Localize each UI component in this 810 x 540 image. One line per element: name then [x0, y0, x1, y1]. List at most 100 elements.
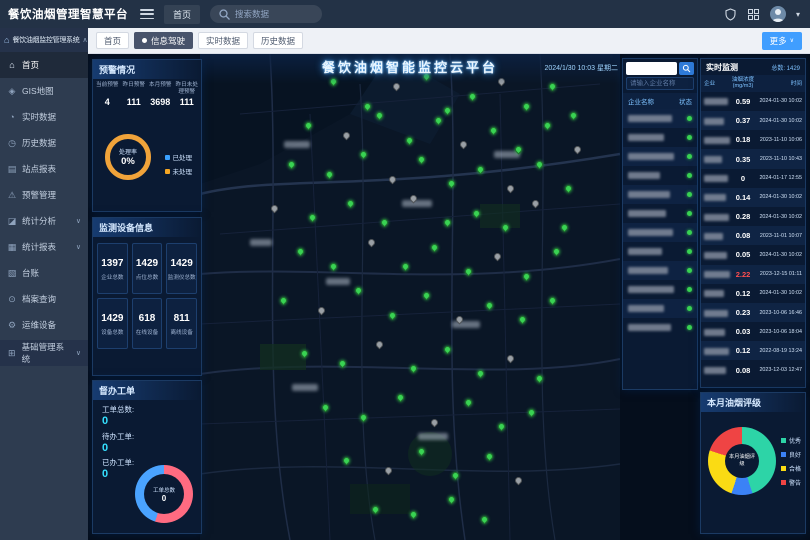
realtime-data-icon: ◔ [7, 112, 17, 122]
active-tab-dot [142, 38, 147, 43]
realtime-row[interactable]: 02024-01-17 12:55 [701, 169, 805, 188]
global-search-input[interactable]: 搜索数据 [210, 5, 322, 23]
map-label [418, 433, 448, 440]
realtime-row[interactable]: 0.082023-12-03 12:47 [701, 360, 805, 379]
status-dot [687, 287, 692, 292]
realtime-row[interactable]: 0.142024-01-30 10:02 [701, 188, 805, 207]
sidebar-item-ledger[interactable]: ▧台账 [0, 260, 88, 286]
tab-realtime[interactable]: 实时数据 [198, 32, 248, 49]
gauge-value: 0% [121, 156, 135, 167]
sidebar-header[interactable]: ⌂ 餐饮油烟监控管理系统 ∧ [0, 28, 88, 52]
workorder-stat: 待办工单:0 [102, 431, 134, 455]
col-concentration: 油烟浓度 (mg/m3) [728, 77, 758, 90]
more-button[interactable]: 更多 ∨ [762, 32, 802, 50]
donut-center-label: 工单总数 [153, 486, 175, 494]
gauge-label: 处理率 [119, 147, 137, 156]
gis-map-icon: ◈ [7, 86, 17, 97]
realtime-row[interactable]: 0.592024-01-30 10:02 [701, 92, 805, 111]
dashboard-title: 餐饮油烟智能监控云平台 [322, 54, 498, 82]
sidebar-item-archive-query[interactable]: ⊙档案查询 [0, 286, 88, 312]
realtime-table-header: 企业 油烟浓度 (mg/m3) 时间 [701, 75, 805, 92]
sidebar-item-stat-report[interactable]: ▦统计报表∨ [0, 234, 88, 260]
enterprise-row[interactable] [623, 185, 697, 204]
realtime-row[interactable]: 0.122024-01-30 10:02 [701, 284, 805, 303]
workorder-stat: 工单总数:0 [102, 404, 134, 428]
tab-home[interactable]: 首页 [96, 32, 129, 49]
sidebar-item-label: 统计报表 [22, 241, 56, 253]
enterprise-row[interactable] [623, 166, 697, 185]
device-stat: 1397企业总数 [97, 243, 128, 294]
topbar-actions: ▾ [724, 6, 810, 22]
sidebar: ⌂ 餐饮油烟监控管理系统 ∧ ⌂首页 ◈ GIS地图 ◔实时数据◷历史数据▤站点报表⚠… [0, 28, 88, 540]
apps-grid-icon[interactable] [747, 8, 760, 21]
sidebar-item-ops-device[interactable]: ⚙运维设备 [0, 312, 88, 338]
realtime-row[interactable]: 0.122022-08-19 13:24 [701, 341, 805, 360]
sidebar-item-station-report[interactable]: ▤站点报表 [0, 156, 88, 182]
archive-query-icon: ⊙ [7, 294, 17, 305]
topbar: 餐饮油烟管理智慧平台 首页 搜索数据 [0, 0, 810, 28]
sidebar-item-history-data[interactable]: ◷历史数据 [0, 130, 88, 156]
enterprise-row[interactable] [623, 261, 697, 280]
breadcrumb[interactable]: 首页 [164, 5, 200, 24]
realtime-row[interactable]: 0.352023-11-10 10:43 [701, 149, 805, 168]
sidebar-item-label: 统计分析 [22, 215, 56, 227]
enterprise-row[interactable] [623, 280, 697, 299]
workorder-panel-title: 督办工单 [93, 381, 201, 400]
sidebar-item-label: 历史数据 [22, 137, 56, 149]
stat-report-icon: ▦ [7, 242, 17, 253]
donut-center-value: 0 [162, 494, 166, 503]
realtime-row[interactable]: 2.222023-12-15 01:11 [701, 265, 805, 284]
sidebar-item-label: 基础管理系统 [22, 341, 71, 365]
enterprise-row[interactable] [623, 128, 697, 147]
legend-item: 良好 [781, 450, 801, 459]
more-button-label: 更多 [770, 35, 787, 47]
device-stats: 1397企业总数1429点位总数1429监测仪总数1429设备总数618在线设备… [93, 237, 201, 355]
enterprise-row[interactable] [623, 109, 697, 128]
sidebar-item-label: GIS地图 [22, 85, 54, 97]
shield-icon[interactable] [724, 8, 737, 21]
col-status: 状态 [679, 96, 692, 106]
sidebar-item-realtime-data[interactable]: ◔实时数据 [0, 104, 88, 130]
tab-history[interactable]: 历史数据 [253, 32, 303, 49]
enterprise-row[interactable] [623, 147, 697, 166]
realtime-row[interactable]: 0.232023-10-06 16:46 [701, 303, 805, 322]
enterprise-row[interactable] [623, 318, 697, 337]
enterprise-name-input[interactable] [626, 77, 694, 90]
sidebar-item-base-system[interactable]: ⊞基础管理系统∨ [0, 340, 88, 366]
ops-device-icon: ⚙ [7, 320, 17, 331]
enterprise-row[interactable] [623, 299, 697, 318]
search-placeholder: 搜索数据 [235, 8, 269, 20]
legend-item: 已处理 [165, 152, 193, 162]
alert-stat: 昨日未处理预警111 [174, 82, 201, 107]
menu-toggle-icon[interactable] [140, 9, 154, 19]
legend-item: 警告 [781, 478, 801, 487]
map-roads [200, 54, 620, 540]
realtime-row[interactable]: 0.182023-11-10 10:06 [701, 130, 805, 149]
sidebar-item-home[interactable]: ⌂首页 [0, 52, 88, 78]
sidebar-item-alert-manage[interactable]: ⚠预警管理 [0, 182, 88, 208]
base-system-icon: ⊞ [7, 348, 17, 359]
realtime-row[interactable]: 0.082023-11-01 10:07 [701, 226, 805, 245]
sidebar-item-stat-analysis[interactable]: ◪统计分析∨ [0, 208, 88, 234]
realtime-row[interactable]: 0.052024-01-30 10:02 [701, 245, 805, 264]
realtime-row[interactable]: 0.282024-01-30 10:02 [701, 207, 805, 226]
search-button[interactable] [679, 62, 694, 75]
realtime-row[interactable]: 0.032023-10-06 18:04 [701, 322, 805, 341]
chevron-down-icon[interactable]: ▾ [796, 10, 800, 19]
realtime-title: 实时监测 [706, 62, 738, 73]
enterprise-row[interactable] [623, 223, 697, 242]
status-dot [687, 154, 692, 159]
realtime-row[interactable]: 0.372024-01-30 10:02 [701, 111, 805, 130]
enterprise-search-input[interactable] [626, 62, 677, 75]
alert-stats: 当前预警4昨日预警111本月预警3698昨日未处理预警111 [93, 79, 201, 107]
tab-cockpit[interactable]: 信息驾驶 [134, 32, 193, 49]
map[interactable] [200, 54, 620, 540]
legend-item: 合格 [781, 464, 801, 473]
enterprise-row[interactable] [623, 242, 697, 261]
sidebar-item-gis-map[interactable]: ◈ GIS地图 [0, 78, 88, 104]
avatar[interactable] [770, 6, 786, 22]
col-time: 时间 [758, 79, 802, 87]
realtime-list: 0.592024-01-30 10:020.372024-01-30 10:02… [701, 92, 805, 380]
status-dot [687, 173, 692, 178]
enterprise-row[interactable] [623, 204, 697, 223]
